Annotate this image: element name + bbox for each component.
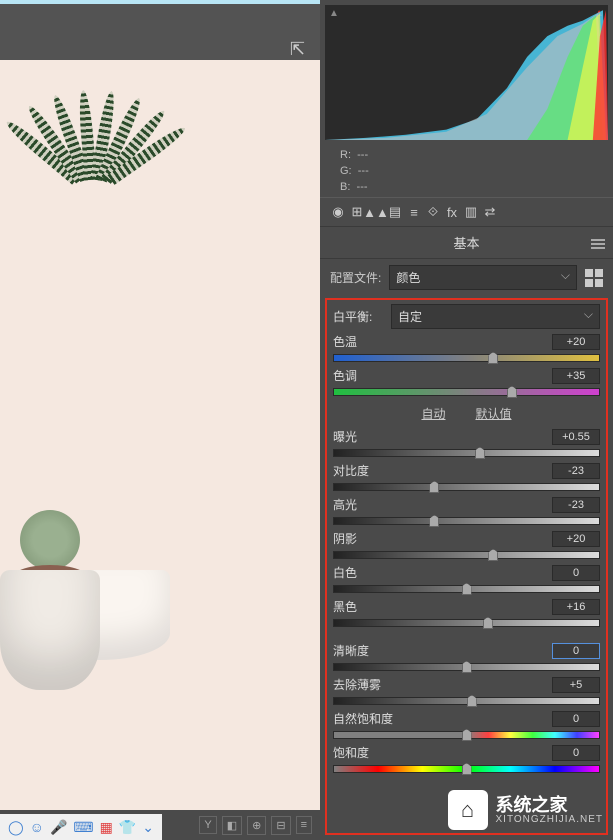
temp-value[interactable]: [552, 334, 600, 350]
watermark: ⌂ 系统之家 XITONGZHIJIA.NET: [448, 790, 604, 830]
wb-dropdown[interactable]: 自定: [391, 304, 600, 329]
temp-label: 色温: [333, 333, 357, 350]
export-icon[interactable]: ⇱: [290, 39, 305, 60]
exposure-value[interactable]: [552, 429, 600, 445]
fx-icon[interactable]: fx: [444, 204, 460, 220]
whites-slider: 白色: [333, 564, 600, 596]
exposure-slider: 曝光: [333, 428, 600, 460]
taskbar: ◯ ☺ 🎤 ⌨ ▦ 👕 ⌄: [0, 814, 162, 840]
highlights-value[interactable]: [552, 497, 600, 513]
blacks-slider: 黑色: [333, 598, 600, 630]
redeye-icon[interactable]: ▤: [387, 204, 403, 220]
clarity-slider: 清晰度: [333, 642, 600, 674]
whites-value[interactable]: [552, 565, 600, 581]
tool-y-icon[interactable]: Y: [199, 816, 216, 834]
tool-plus-icon[interactable]: ⊕: [247, 816, 266, 835]
adjustments-panel: ▲ ▲ R: --- G: --- B: --- ◉ ⊞ ▲▲ ▤ ≡ ⟐ fx…: [320, 0, 613, 840]
watermark-sub: XITONGZHIJIA.NET: [496, 814, 604, 825]
tool-settings-icon[interactable]: ≡: [296, 816, 312, 834]
vibrance-value[interactable]: [552, 711, 600, 727]
highlighted-controls: 白平衡: 自定 色温 色调: [325, 298, 608, 835]
dehaze-slider: 去除薄雾: [333, 676, 600, 708]
tint-slider: 色调: [333, 367, 600, 399]
highlights-slider: 高光: [333, 496, 600, 528]
temperature-slider: 色温: [333, 333, 600, 365]
tint-label: 色调: [333, 367, 357, 384]
tb-shirt-icon[interactable]: 👕: [119, 819, 136, 836]
profile-dropdown[interactable]: 颜色: [389, 265, 577, 290]
calib-icon[interactable]: ▥: [463, 204, 479, 220]
histogram[interactable]: ▲ ▲: [325, 5, 608, 140]
dehaze-value[interactable]: [552, 677, 600, 693]
shadows-value[interactable]: [552, 531, 600, 547]
tool-minus-icon[interactable]: ⊟: [271, 816, 290, 835]
white-balance-row: 白平衡: 自定: [333, 304, 600, 329]
edit-icon[interactable]: ◉: [330, 204, 346, 220]
brush-icon[interactable]: ⟐: [425, 204, 441, 220]
vibrance-slider: 自然饱和度: [333, 710, 600, 742]
contrast-value[interactable]: [552, 463, 600, 479]
spot-icon[interactable]: ▲▲: [368, 204, 384, 220]
default-button[interactable]: 默认值: [476, 405, 512, 422]
shadows-slider: 阴影: [333, 530, 600, 562]
profile-label: 配置文件:: [330, 269, 381, 286]
clarity-value[interactable]: [552, 643, 600, 659]
filter-icon[interactable]: ≡: [406, 204, 422, 220]
temp-track[interactable]: [333, 351, 600, 365]
tb-mic-icon[interactable]: 🎤: [50, 819, 67, 836]
watermark-icon: ⌂: [448, 790, 488, 830]
profile-browser-icon[interactable]: [585, 269, 603, 287]
tb-chevron-down-icon[interactable]: ⌄: [142, 819, 154, 836]
saturation-value[interactable]: [552, 745, 600, 761]
auto-button[interactable]: 自动: [421, 405, 445, 422]
exposure-actions: 自动 默认值: [333, 405, 600, 422]
presets-icon[interactable]: ⇄: [482, 204, 498, 220]
tb-app-icon[interactable]: ▦: [100, 819, 113, 836]
tint-track[interactable]: [333, 385, 600, 399]
watermark-text: 系统之家: [496, 796, 604, 814]
basic-panel-title[interactable]: 基本: [320, 227, 613, 259]
preview-image[interactable]: [0, 60, 320, 810]
tb-smile-icon[interactable]: ☺: [30, 819, 44, 835]
rgb-readout: R: --- G: --- B: ---: [320, 145, 613, 197]
tool-strip: ◉ ⊞ ▲▲ ▤ ≡ ⟐ fx ▥ ⇄: [320, 197, 613, 227]
profile-row: 配置文件: 颜色: [320, 259, 613, 296]
tb-keyboard-icon[interactable]: ⌨: [73, 819, 93, 836]
blacks-value[interactable]: [552, 599, 600, 615]
tool-split-icon[interactable]: ◧: [222, 816, 242, 835]
tb-circle-icon[interactable]: ◯: [8, 819, 24, 836]
image-preview-panel: ⇱ Y ◧ ⊕: [0, 0, 320, 840]
saturation-slider: 饱和度: [333, 744, 600, 776]
wb-label: 白平衡:: [333, 308, 383, 325]
contrast-slider: 对比度: [333, 462, 600, 494]
tint-value[interactable]: [552, 368, 600, 384]
top-bar: ⇱: [0, 0, 320, 60]
